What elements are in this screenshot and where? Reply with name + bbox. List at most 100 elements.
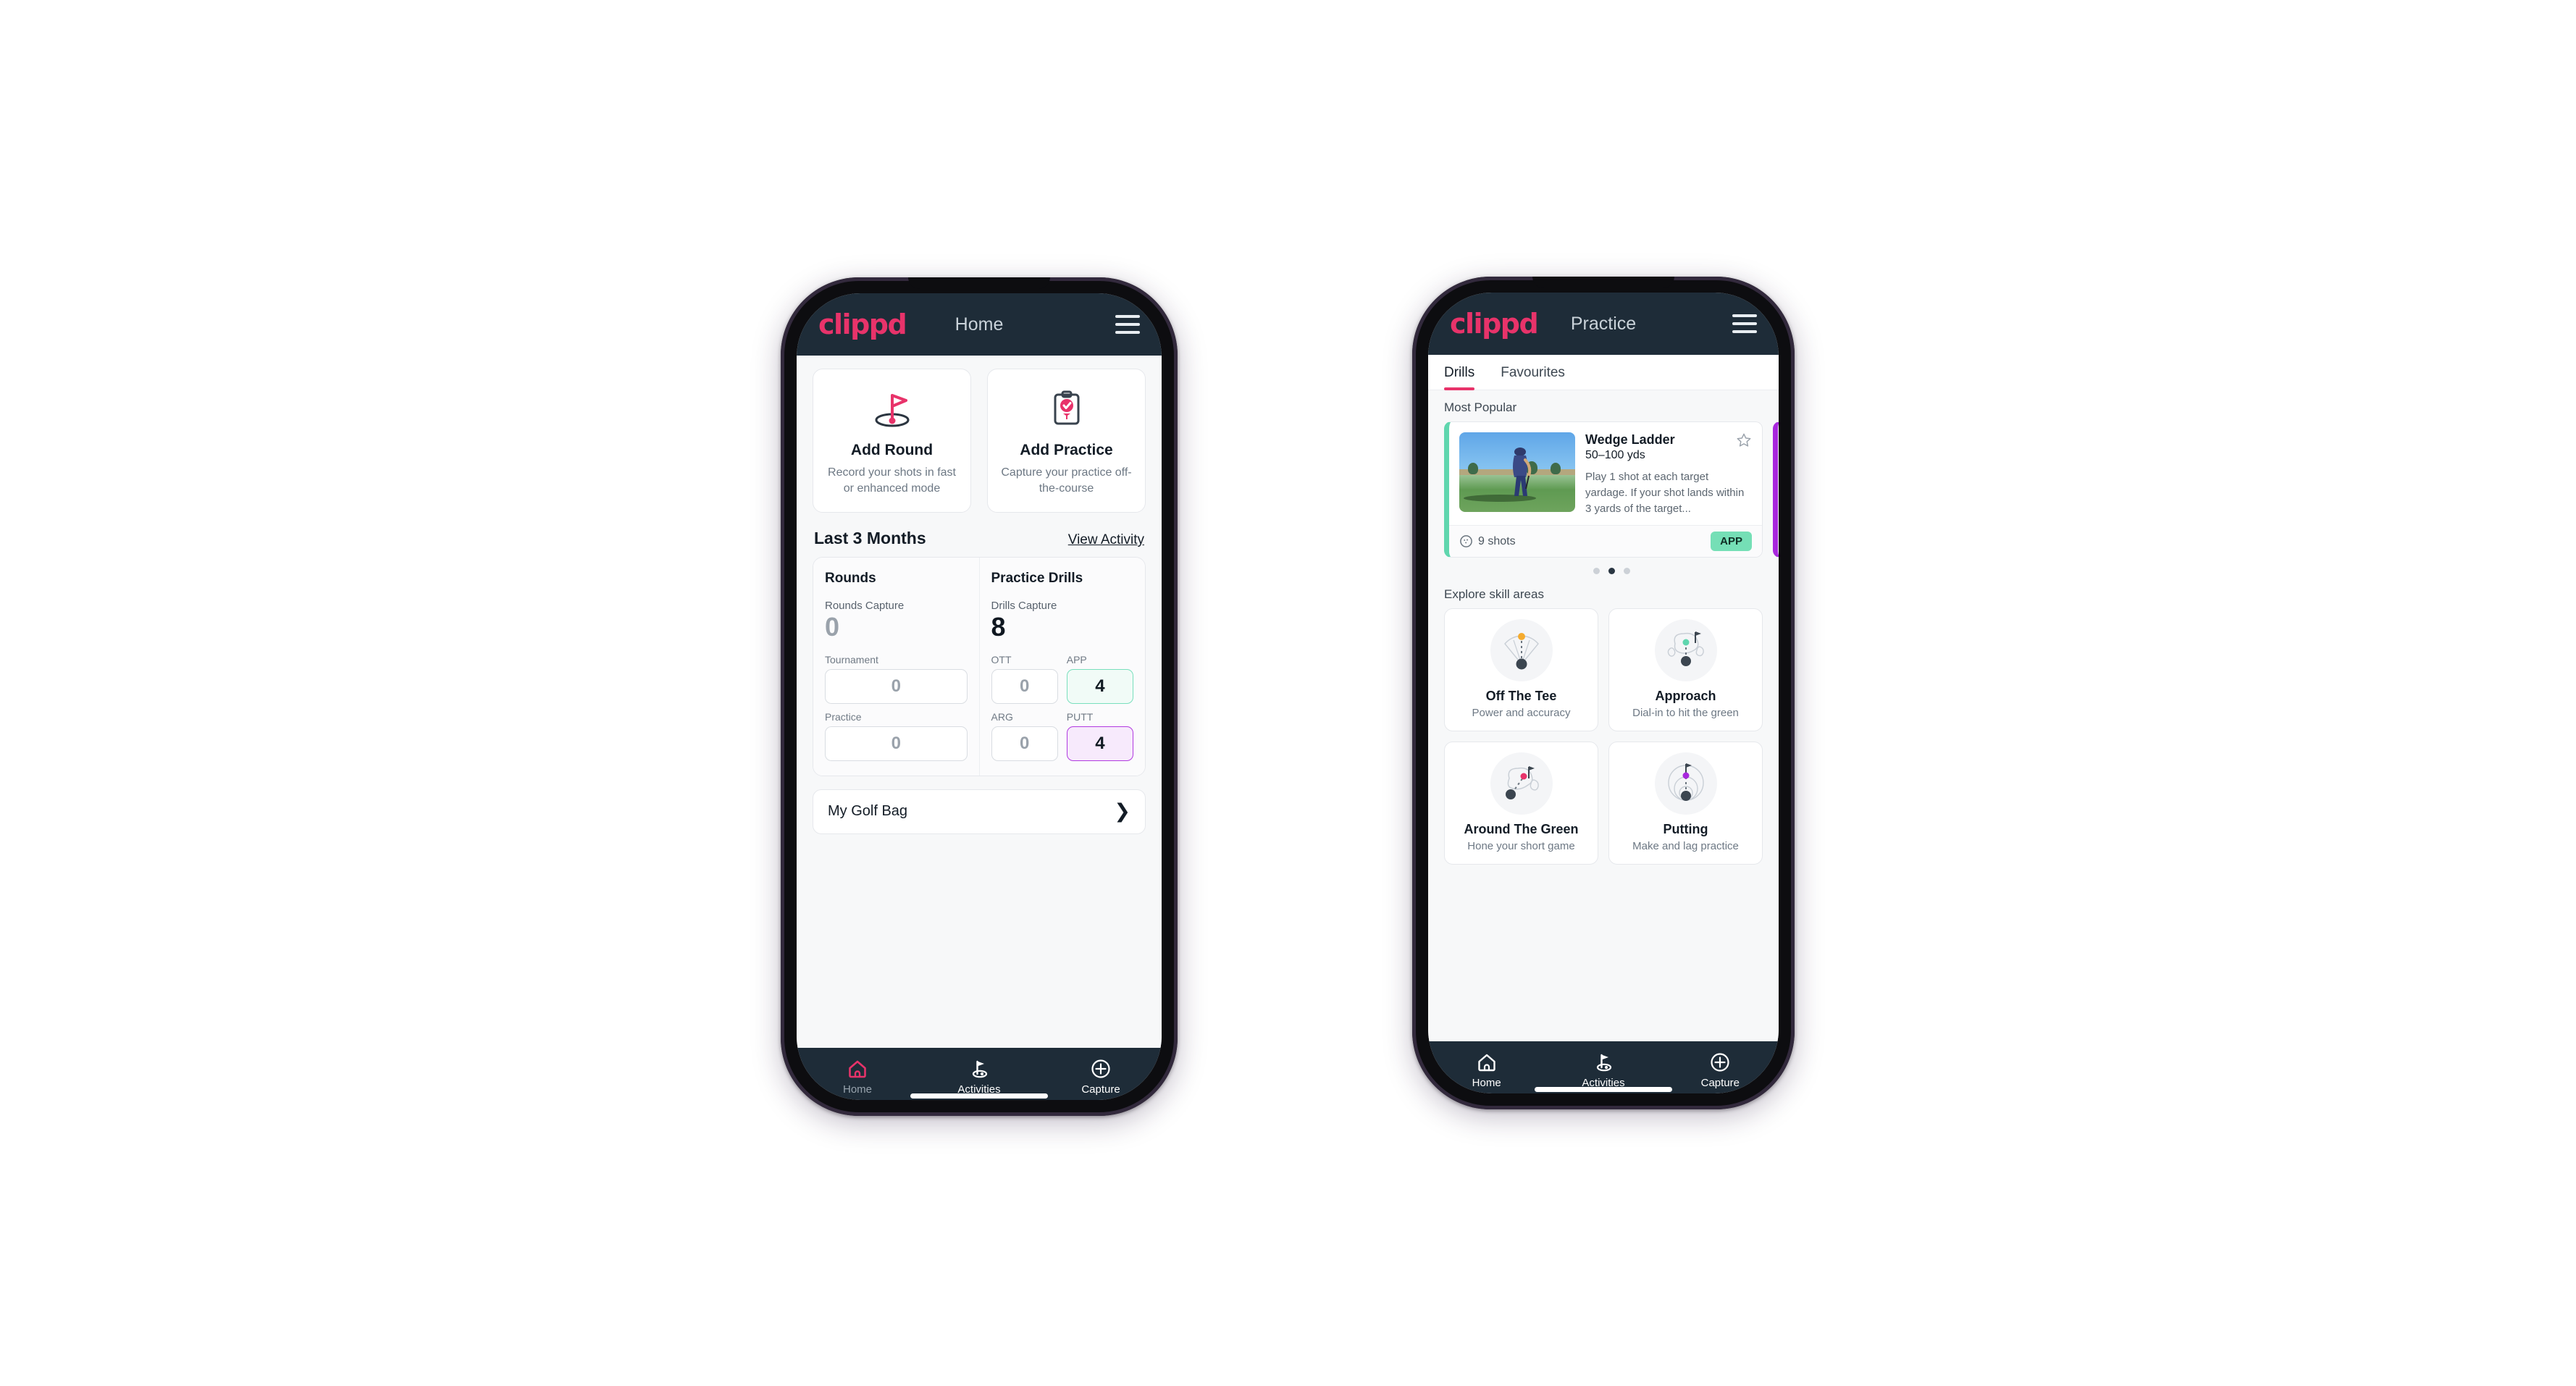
home-indicator	[910, 1093, 1048, 1099]
home-bottom-nav: Home Activities Capture	[797, 1048, 1162, 1100]
nav-item-activities[interactable]: Activities	[918, 1058, 1040, 1096]
chipping-green-icon	[1490, 752, 1553, 815]
explore-skill-areas-label: Explore skill areas	[1444, 587, 1544, 602]
carousel-track: Wedge Ladder 50–100 yds Play 1 shot at e…	[1444, 421, 1779, 558]
metric-tournament: Tournament 0	[825, 654, 968, 704]
my-golf-bag-label: My Golf Bag	[828, 803, 908, 820]
metric-value-box[interactable]: 0	[991, 726, 1058, 761]
plus-circle-icon	[1709, 1051, 1731, 1073]
clippd-logo[interactable]: clippd	[818, 311, 907, 338]
metric-value-box[interactable]: 4	[1066, 668, 1133, 704]
metric-label: Tournament	[825, 653, 878, 665]
rounds-capture-label: Rounds Capture	[825, 600, 905, 613]
metric-value-box[interactable]: 0	[825, 668, 968, 704]
clipboard-check-tee-icon	[1046, 387, 1088, 432]
nav-label: Home	[842, 1083, 872, 1096]
home-icon	[1476, 1051, 1498, 1073]
phone-mockup-practice: clippd Practice Drills Favourites Most P…	[1412, 277, 1795, 1109]
add-practice-subtitle: Capture your practice off-the-course	[1001, 466, 1132, 495]
practice-tabs: Drills Favourites	[1428, 355, 1779, 390]
carousel-dots	[1444, 558, 1779, 577]
nav-item-activities[interactable]: Activities	[1545, 1051, 1661, 1089]
drills-title: Practice Drills	[991, 571, 1083, 587]
nav-item-capture[interactable]: Capture	[1662, 1051, 1779, 1089]
star-outline-icon[interactable]	[1736, 432, 1752, 448]
home-screen: clippd Home Add Round Record your shots …	[797, 293, 1162, 1100]
clippd-logo[interactable]: clippd	[1450, 310, 1539, 337]
tab-drills[interactable]: Drills	[1444, 355, 1488, 390]
drill-carousel[interactable]: Wedge Ladder 50–100 yds Play 1 shot at e…	[1428, 421, 1779, 577]
drill-category-badge: APP	[1711, 532, 1752, 552]
practice-bottom-nav: Home Activities Capture	[1428, 1041, 1779, 1093]
phone-mockup-home: clippd Home Add Round Record your shots …	[781, 277, 1178, 1116]
carousel-dot-active[interactable]	[1608, 568, 1615, 575]
nav-label: Capture	[1700, 1077, 1740, 1089]
metric-value-box[interactable]: 0	[825, 726, 968, 761]
metric-label: Practice	[825, 710, 862, 723]
add-round-title: Add Round	[850, 442, 934, 458]
drill-card-next-peek[interactable]	[1773, 421, 1779, 558]
golf-flag-icon	[1593, 1051, 1614, 1073]
carousel-dot[interactable]	[1593, 568, 1600, 575]
home-body: Add Round Record your shots in fast or e…	[797, 356, 1162, 1048]
drill-card-wedge-ladder[interactable]: Wedge Ladder 50–100 yds Play 1 shot at e…	[1444, 421, 1763, 558]
metric-ott: OTT 0	[991, 654, 1058, 704]
most-popular-label: Most Popular	[1444, 400, 1517, 414]
add-practice-card[interactable]: Add Practice Capture your practice off-t…	[987, 369, 1146, 513]
nav-item-capture[interactable]: Capture	[1040, 1058, 1162, 1096]
skill-card-putting[interactable]: Putting Make and lag practice	[1608, 742, 1763, 865]
golf-flag-icon	[968, 1058, 990, 1080]
drill-shots: 9 shots	[1459, 534, 1516, 548]
drill-card-footer: 9 shots APP	[1449, 525, 1762, 558]
tee-dispersion-icon	[1490, 619, 1553, 682]
drill-subtitle: 50–100 yds	[1585, 449, 1645, 461]
skill-card-approach[interactable]: Approach Dial-in to hit the green	[1608, 608, 1763, 732]
skill-title: Putting	[1663, 822, 1708, 837]
hamburger-icon[interactable]	[1732, 314, 1757, 333]
nav-label: Capture	[1081, 1083, 1120, 1096]
skill-card-around-the-green[interactable]: Around The Green Hone your short game	[1444, 742, 1598, 865]
carousel-dot[interactable]	[1623, 568, 1630, 575]
metric-label: OTT	[991, 653, 1012, 665]
home-appbar: clippd Home	[797, 293, 1162, 356]
skill-subtitle: Make and lag practice	[1632, 840, 1739, 853]
view-activity-link[interactable]: View Activity	[1068, 532, 1144, 548]
practice-appbar: clippd Practice	[1428, 293, 1779, 355]
section-title: Last 3 Months	[814, 529, 926, 548]
drill-title: Wedge Ladder	[1585, 432, 1675, 447]
drill-shots-label: 9 shots	[1478, 534, 1516, 547]
rounds-metric-grid: Tournament 0 Practice 0	[825, 654, 968, 761]
my-golf-bag-row[interactable]: My Golf Bag ❯	[813, 789, 1146, 834]
metric-value-box[interactable]: 0	[991, 668, 1058, 704]
drills-capture-label: Drills Capture	[991, 600, 1057, 613]
rounds-capture-value: 0	[825, 612, 840, 642]
nav-label: Home	[1472, 1077, 1501, 1089]
plus-circle-icon	[1090, 1058, 1112, 1080]
rounds-column: Rounds Rounds Capture 0 Tournament 0 Pra…	[813, 558, 979, 776]
hamburger-icon[interactable]	[1115, 315, 1140, 334]
chevron-right-icon: ❯	[1114, 800, 1130, 823]
skill-subtitle: Hone your short game	[1467, 840, 1575, 853]
add-practice-title: Add Practice	[1020, 442, 1113, 458]
tab-favourites[interactable]: Favourites	[1501, 355, 1578, 390]
metric-label: APP	[1066, 653, 1087, 665]
practice-body: Most Popular Wedge Ladder 50–100 yds Pla…	[1428, 390, 1779, 1041]
putting-rings-icon	[1654, 752, 1717, 815]
drill-card-main: Wedge Ladder 50–100 yds Play 1 shot at e…	[1449, 422, 1762, 525]
metric-arg: ARG 0	[991, 711, 1058, 761]
add-round-card[interactable]: Add Round Record your shots in fast or e…	[813, 369, 971, 513]
skill-subtitle: Power and accuracy	[1472, 707, 1571, 720]
phone-notch	[908, 277, 1050, 289]
rounds-title: Rounds	[825, 571, 876, 587]
skill-title: Approach	[1655, 689, 1716, 704]
phone-notch	[1532, 277, 1674, 288]
metric-value-box[interactable]: 4	[1066, 726, 1133, 761]
nav-item-home[interactable]: Home	[797, 1058, 918, 1096]
skill-title: Around The Green	[1464, 822, 1579, 837]
nav-item-home[interactable]: Home	[1428, 1051, 1545, 1089]
skill-card-off-the-tee[interactable]: Off The Tee Power and accuracy	[1444, 608, 1598, 732]
metric-practice: Practice 0	[825, 711, 968, 761]
drill-text: Wedge Ladder 50–100 yds Play 1 shot at e…	[1585, 432, 1752, 516]
home-indicator	[1535, 1087, 1672, 1092]
canvas: clippd Home Add Round Record your shots …	[0, 0, 2576, 1386]
